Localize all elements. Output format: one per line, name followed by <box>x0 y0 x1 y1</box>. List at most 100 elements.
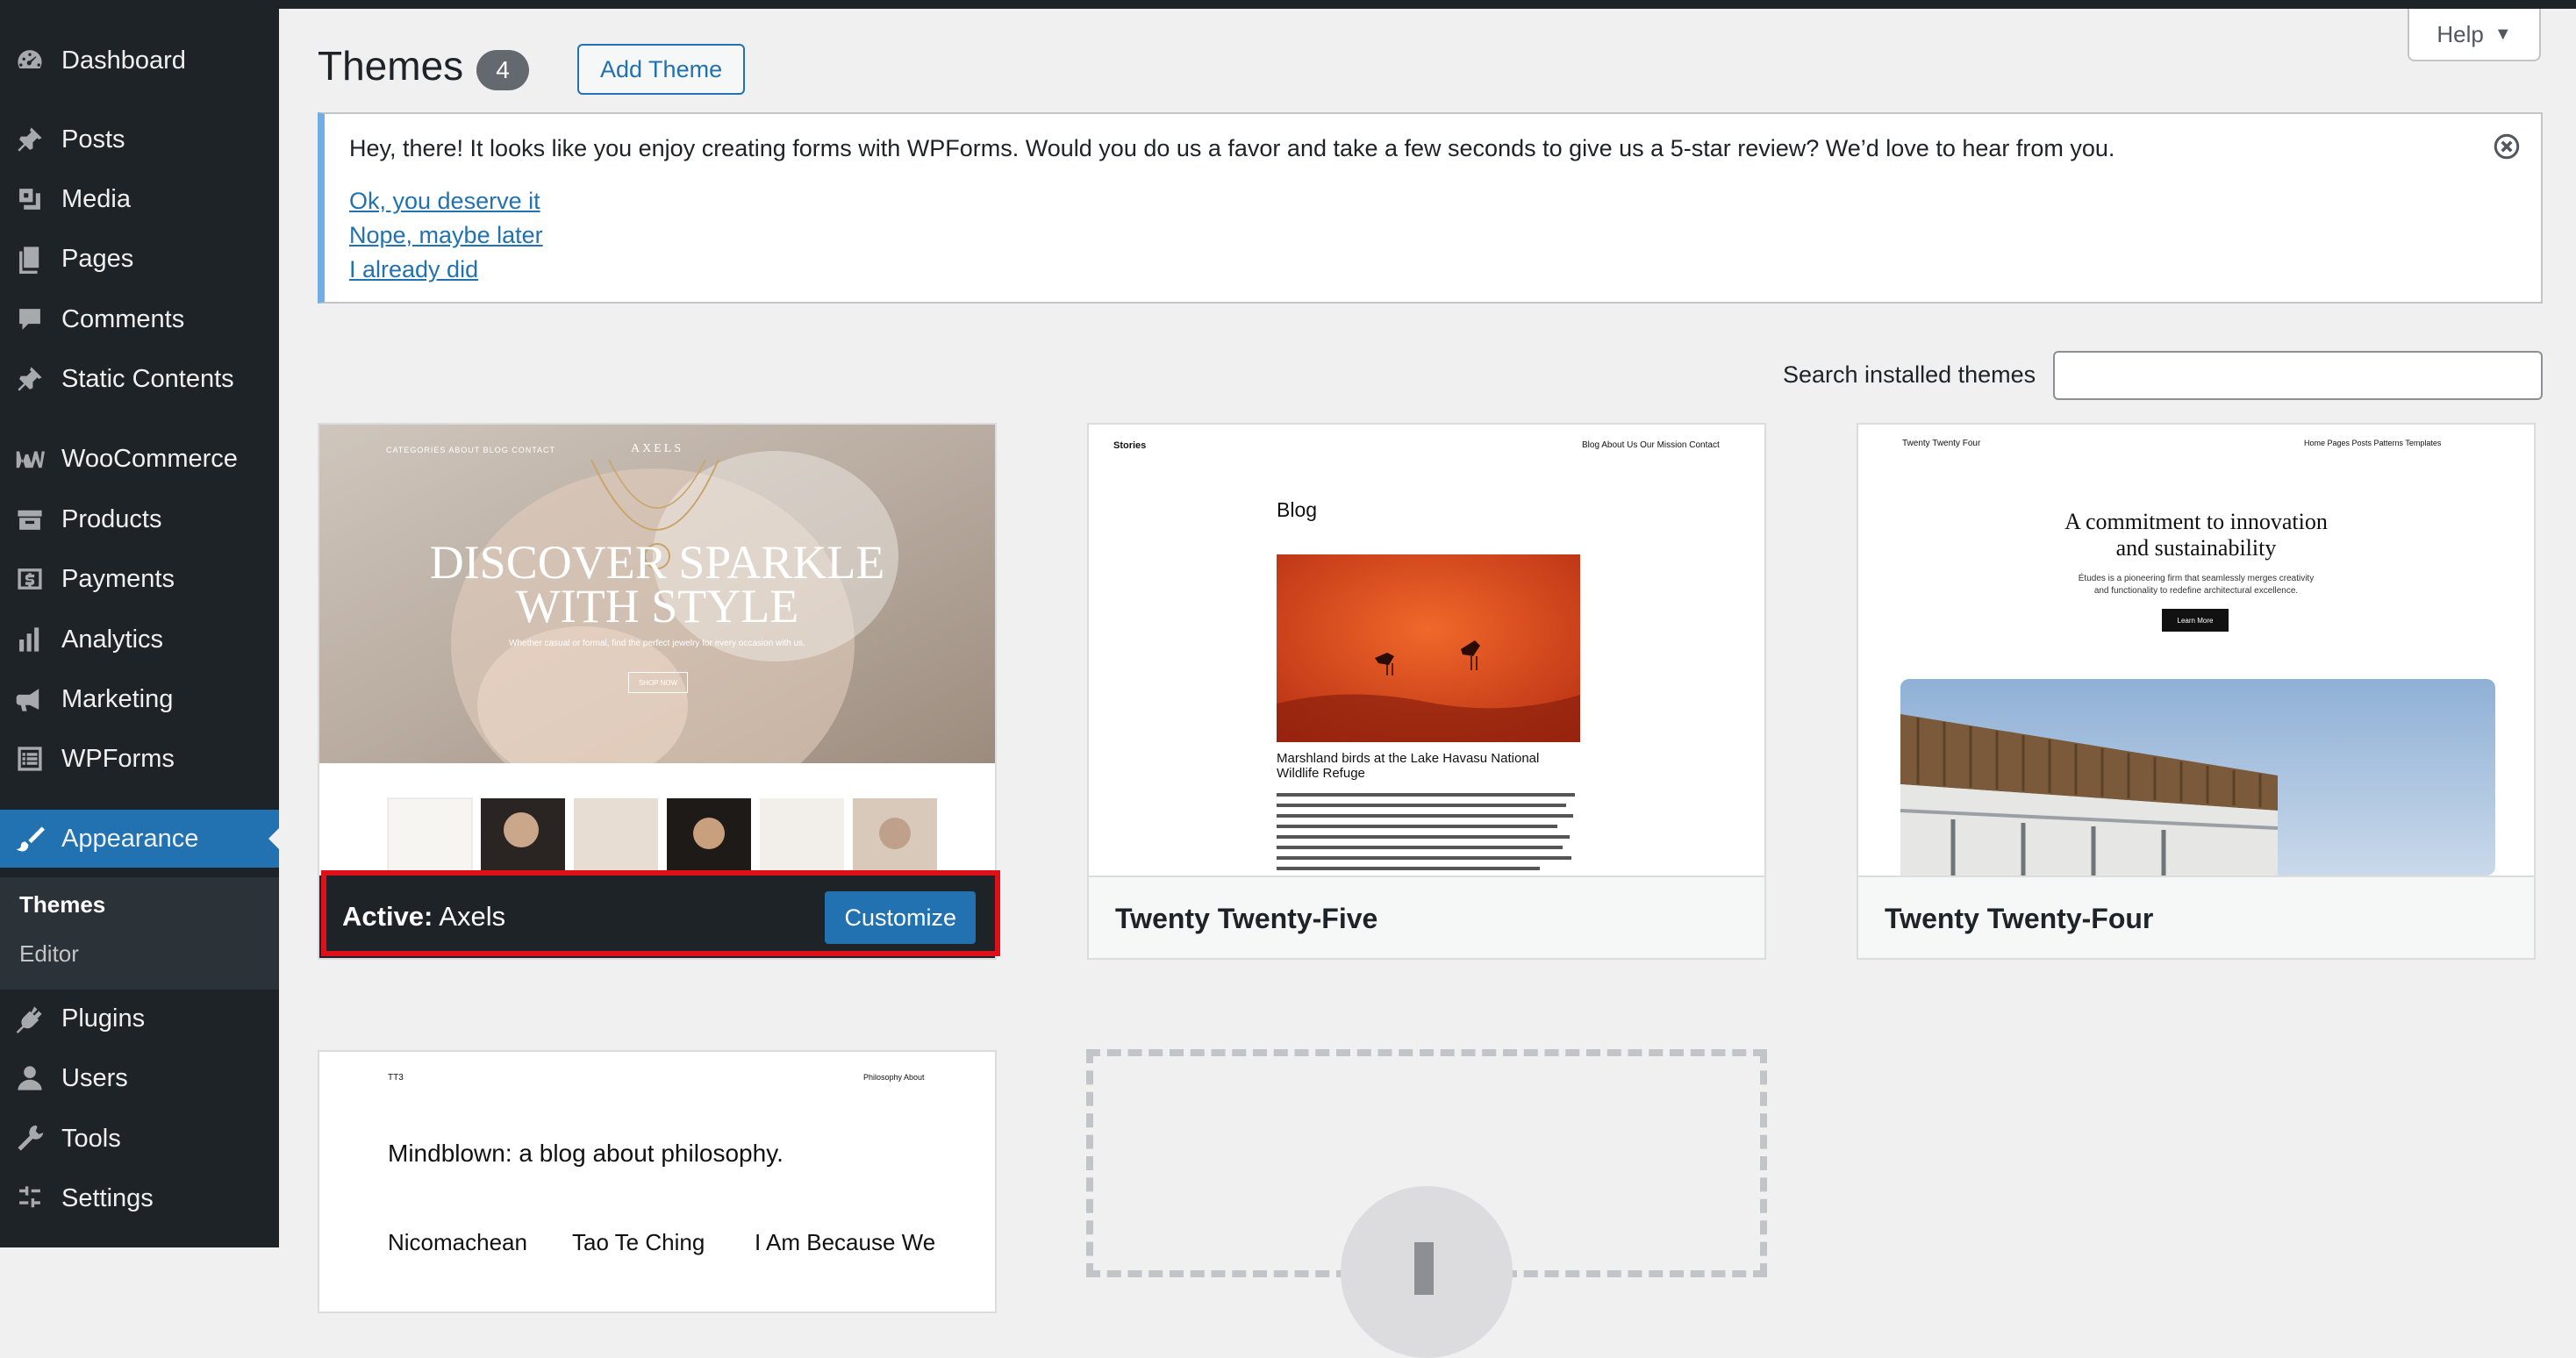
tt3-preview-site-title: TT3 <box>388 1073 404 1083</box>
megaphone-icon <box>14 683 46 715</box>
plugin-icon <box>14 1003 46 1034</box>
axels-preview-cta: SHOP NOW <box>628 672 688 693</box>
search-themes-input[interactable] <box>2053 351 2543 400</box>
admin-bar <box>279 0 2576 9</box>
sidebar-item-comments[interactable]: Comments <box>0 294 279 345</box>
sidebar-item-payments[interactable]: Payments <box>0 554 279 604</box>
woo-icon <box>14 443 46 475</box>
plus-icon <box>1414 1242 1434 1295</box>
tt5-preview-heading: Blog <box>1277 498 1318 521</box>
sidebar-item-label: Analytics <box>61 625 164 654</box>
tt4-preview-nav: Home Pages Posts Patterns Templates <box>2304 439 2442 447</box>
sidebar-item-label: Comments <box>61 304 185 333</box>
notice-link-already-did[interactable]: I already did <box>349 256 478 283</box>
tt5-preview-site-title: Stories <box>1113 440 1147 451</box>
sidebar-item-label: WPForms <box>61 744 175 773</box>
theme-actions-bar: Active: Axels Customize <box>319 876 995 958</box>
pin-icon <box>14 363 46 395</box>
sidebar-item-appearance[interactable]: Appearance <box>0 810 279 868</box>
sidebar-item-tools[interactable]: Tools <box>0 1113 279 1164</box>
tt4-preview-cta: Learn More <box>2162 609 2229 632</box>
tt5-preview-caption: Marshland birds at the Lake Havasu Natio… <box>1277 751 1540 781</box>
sidebar-item-label: Plugins <box>61 1004 146 1033</box>
comment-icon <box>14 304 46 335</box>
tt5-preview-body-lines <box>1277 793 1575 870</box>
theme-name-bar: Twenty Twenty-Five <box>1089 876 1764 958</box>
sidebar-item-label: Payments <box>61 564 175 593</box>
sidebar-item-label: Marketing <box>61 684 174 713</box>
tt3-preview-heading: Mindblown: a blog about philosophy. <box>388 1140 784 1167</box>
sidebar-item-label: Pages <box>61 244 134 273</box>
dollar-icon <box>14 563 46 595</box>
sidebar-item-settings[interactable]: Settings <box>0 1173 279 1224</box>
theme-card-twenty-twenty-five[interactable]: Stories Blog About Us Our Mission Contac… <box>1087 423 1766 960</box>
form-icon <box>14 743 46 775</box>
add-theme-button[interactable]: Add Theme <box>577 44 746 95</box>
sidebar-item-label: Dashboard <box>61 46 186 75</box>
dashboard-icon <box>14 45 46 76</box>
tt4-preview-sub-1: Études is a pioneering firm that seamles… <box>2078 574 2315 583</box>
theme-card-twenty-twenty-four[interactable]: Twenty Twenty Four Home Pages Posts Patt… <box>1857 423 2536 960</box>
submenu-themes[interactable]: Themes <box>19 891 105 918</box>
sidebar-item-pages[interactable]: Pages <box>0 233 279 284</box>
dismiss-icon[interactable] <box>2494 133 2520 160</box>
sidebar-item-static-contents[interactable]: Static Contents <box>0 354 279 404</box>
notice-link-maybe-later[interactable]: Nope, maybe later <box>349 222 543 249</box>
tt4-preview-sub-2: and functionality to redefine architectu… <box>2093 586 2299 596</box>
sidebar-item-media[interactable]: Media <box>0 174 279 225</box>
help-label: Help <box>2436 20 2484 47</box>
theme-name: Twenty Twenty-Five <box>1115 902 1378 934</box>
add-new-theme-card[interactable] <box>1086 1049 1767 1358</box>
notice-text: Hey, there! It looks like you enjoy crea… <box>349 135 2115 161</box>
active-theme-name: Axels <box>439 901 506 932</box>
appearance-submenu: Themes Editor <box>0 877 279 990</box>
tt4-preview-image <box>1900 679 2495 876</box>
sidebar-item-plugins[interactable]: Plugins <box>0 993 279 1044</box>
axels-preview-image <box>319 425 995 876</box>
tt4-preview-headline-2: and sustainability <box>2115 535 2277 561</box>
sidebar-item-analytics[interactable]: Analytics <box>0 614 279 665</box>
sidebar-item-label: Tools <box>61 1124 121 1153</box>
tt3-preview-col-1: Nicomachean <box>388 1229 527 1255</box>
wpforms-review-notice: Hey, there! It looks like you enjoy crea… <box>318 112 2543 304</box>
sidebar-item-dashboard[interactable]: Dashboard <box>0 35 279 86</box>
sidebar-item-label: Media <box>61 184 131 213</box>
theme-card-twenty-twenty-three[interactable]: TT3 Philosophy About Mindblown: a blog a… <box>318 1050 997 1313</box>
theme-card-axels[interactable]: CATEGORIES ABOUT BLOG CONTACT AXELS DISC… <box>318 423 997 960</box>
sidebar-item-label: WooCommerce <box>61 444 238 473</box>
help-button[interactable]: Help ▼ <box>2408 9 2541 61</box>
media-icon <box>14 183 46 215</box>
sidebar-item-marketing[interactable]: Marketing <box>0 674 279 725</box>
tt3-preview-col-3: I Am Because We <box>755 1229 936 1255</box>
active-theme-label: Active: Axels <box>342 901 505 933</box>
page-title: Themes <box>318 43 464 89</box>
sidebar-item-wpforms[interactable]: WPForms <box>0 733 279 784</box>
theme-screenshot-axels[interactable]: CATEGORIES ABOUT BLOG CONTACT AXELS DISC… <box>319 425 995 876</box>
theme-name: Twenty Twenty-Four <box>1885 902 2154 934</box>
user-icon <box>14 1062 46 1094</box>
customize-button[interactable]: Customize <box>825 891 976 944</box>
tt5-preview-image <box>1277 554 1580 742</box>
sidebar-item-label: Appearance <box>61 824 199 853</box>
theme-screenshot-twenty-twenty-five[interactable]: Stories Blog About Us Our Mission Contac… <box>1089 425 1764 876</box>
sidebar-item-posts[interactable]: Posts <box>0 114 279 165</box>
theme-screenshot-twenty-twenty-four[interactable]: Twenty Twenty Four Home Pages Posts Patt… <box>1858 425 2534 876</box>
axels-preview-nav: CATEGORIES ABOUT BLOG CONTACT <box>386 446 556 454</box>
axels-preview-headline-2: WITH STYLE <box>515 580 799 633</box>
sidebar-item-label: Static Contents <box>61 364 234 393</box>
sidebar-item-users[interactable]: Users <box>0 1053 279 1104</box>
sidebar-item-label: Posts <box>61 125 125 154</box>
tt5-preview-nav: Blog About Us Our Mission Contact <box>1582 440 1720 450</box>
axels-preview-subtitle: Whether casual or formal, find the perfe… <box>509 639 805 648</box>
theme-screenshot-twenty-twenty-three[interactable]: TT3 Philosophy About Mindblown: a blog a… <box>319 1052 995 1312</box>
submenu-editor[interactable]: Editor <box>19 940 79 968</box>
settings-icon <box>14 1183 46 1214</box>
sidebar-item-products[interactable]: Products <box>0 494 279 545</box>
sidebar-item-label: Settings <box>61 1183 154 1212</box>
sidebar-item-woocommerce[interactable]: WooCommerce <box>0 433 279 484</box>
notice-link-deserve-it[interactable]: Ok, you deserve it <box>349 188 540 215</box>
sidebar-item-label: Products <box>61 504 162 533</box>
tt3-preview-nav: Philosophy About <box>863 1073 925 1082</box>
tt3-preview-col-2: Tao Te Ching <box>572 1229 705 1255</box>
bar-chart-icon <box>14 624 46 655</box>
